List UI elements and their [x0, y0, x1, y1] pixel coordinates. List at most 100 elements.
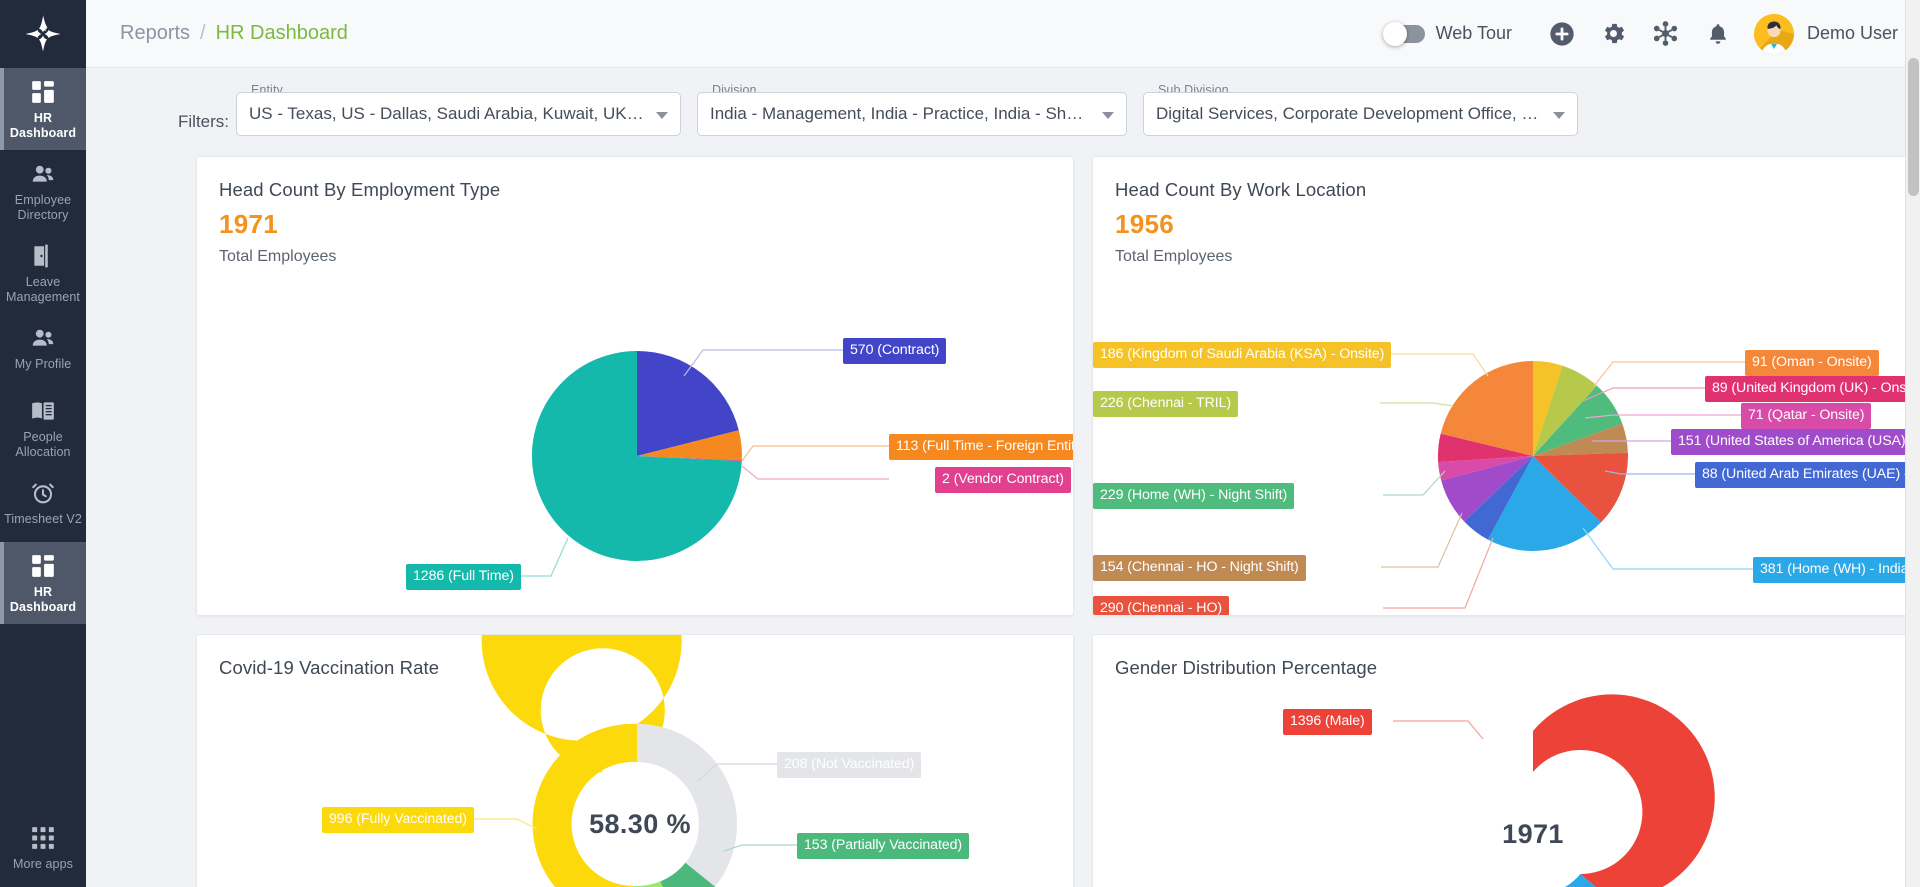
people-icon — [30, 161, 56, 187]
top-bar-actions: Web Tour — [1385, 12, 1898, 56]
leader-chennai-ho — [1383, 538, 1493, 608]
sidebar-item-hr-dashboard-2[interactable]: HR Dashboard — [0, 542, 86, 624]
leader-male — [1393, 721, 1483, 739]
compass-star-logo-icon — [23, 14, 63, 54]
pie-label-chennai-ho-night-shift: 154 (Chennai - HO - Night Shift) — [1093, 555, 1306, 581]
leader-not-vaccinated — [697, 764, 777, 782]
leader-uk — [1583, 388, 1705, 401]
sidebar: HR Dashboard Employee Directory — [0, 0, 86, 887]
slice-qatar-onsite — [1438, 456, 1533, 481]
card-covid-vaccination-rate: Covid-19 Vaccination Rate — [196, 634, 1074, 887]
filter-sub-division: Sub Division Digital Services, Corporate… — [1143, 92, 1578, 136]
settings-icon[interactable] — [1588, 12, 1640, 56]
main-content: Reports / HR Dashboard Web Tour — [86, 0, 1920, 887]
top-bar: Reports / HR Dashboard Web Tour — [86, 0, 1920, 68]
sidebar-item-employee-directory[interactable]: Employee Directory — [0, 150, 86, 232]
card-gender-distribution: Gender Distribution Percentage 1971 1396… — [1092, 634, 1920, 887]
card-title: Head Count By Work Location — [1093, 157, 1920, 201]
donut-arcs — [1533, 694, 1715, 887]
leader-home-night — [1383, 471, 1445, 495]
notifications-icon[interactable] — [1692, 12, 1744, 56]
leader-ksa — [1378, 354, 1488, 376]
donut-svg — [1093, 679, 1920, 887]
leader-uae — [1605, 471, 1695, 474]
card-title: Gender Distribution Percentage — [1093, 635, 1920, 679]
pie-label-qatar-onsite: 71 (Qatar - Onsite) — [1741, 403, 1871, 429]
breadcrumb-parent[interactable]: Reports — [120, 22, 190, 45]
filter-division-value: India - Management, India - Practice, In… — [710, 104, 1092, 124]
slice-chennai-ho — [1533, 453, 1628, 523]
sidebar-item-label: HR Dashboard — [3, 111, 83, 140]
filter-sub-division-select[interactable]: Digital Services, Corporate Development … — [1143, 92, 1578, 136]
donut-chart-vaccination: 58.30 % 208 (Not Vaccinated) 153 (Partia… — [197, 679, 1073, 887]
sidebar-item-more-apps[interactable]: More apps — [0, 814, 86, 887]
slice-home-wh-india — [1488, 456, 1601, 551]
leader-qatar — [1585, 415, 1741, 418]
user-name[interactable]: Demo User — [1807, 23, 1898, 44]
app-root: HR Dashboard Employee Directory — [0, 0, 1920, 887]
pie-label-full-time: 1286 (Full Time) — [406, 564, 521, 590]
avatar-image — [1754, 14, 1794, 54]
door-exit-icon — [30, 243, 56, 269]
filter-sub-division-value: Digital Services, Corporate Development … — [1156, 104, 1543, 124]
sidebar-item-label: Employee Directory — [3, 193, 83, 222]
chevron-down-icon — [1553, 112, 1565, 119]
breadcrumb-separator: / — [200, 22, 206, 45]
scrollbar-thumb[interactable] — [1908, 58, 1919, 196]
add-icon[interactable] — [1536, 12, 1588, 56]
dashboard-grid-icon — [30, 553, 56, 579]
leader-chennai-tril — [1380, 403, 1453, 406]
page-scrollbar[interactable] — [1905, 0, 1920, 887]
arc-other — [632, 881, 675, 887]
filter-entity-value: US - Texas, US - Dallas, Saudi Arabia, K… — [249, 104, 646, 124]
pie-label-chennai-tril: 226 (Chennai - TRIL) — [1093, 391, 1238, 417]
breadcrumb-current: HR Dashboard — [216, 22, 348, 45]
slice-full-time-foreign-entity — [637, 430, 742, 460]
sidebar-spacer — [0, 624, 86, 814]
donut-label-partially-vaccinated: 153 (Partially Vaccinated) — [797, 833, 969, 859]
pie-chart-work-location: 186 (Kingdom of Saudi Arabia (KSA) - Ons… — [1093, 266, 1920, 596]
sidebar-item-people-allocation[interactable]: People Allocation — [0, 387, 86, 469]
sidebar-item-label: HR Dashboard — [3, 585, 83, 614]
sidebar-item-label: People Allocation — [3, 430, 83, 459]
card-title: Head Count By Employment Type — [197, 157, 1073, 201]
donut-label-fully-vaccinated: 996 (Fully Vaccinated) — [322, 807, 474, 833]
sidebar-item-hr-dashboard[interactable]: HR Dashboard — [0, 68, 86, 150]
card-total-value: 1956 — [1093, 201, 1920, 240]
web-tour-label: Web Tour — [1436, 23, 1512, 44]
sidebar-nav: HR Dashboard Employee Directory — [0, 68, 86, 624]
sidebar-item-my-profile[interactable]: My Profile — [0, 314, 86, 387]
slice-not-vaccinated — [637, 724, 737, 876]
card-head-count-employment-type: Head Count By Employment Type 1971 Total… — [196, 156, 1074, 616]
card-total-caption: Total Employees — [197, 240, 1073, 266]
pie-label-contract: 570 (Contract) — [843, 338, 946, 364]
slice-chennai-ho-night-shift — [1533, 424, 1628, 456]
sidebar-item-label: My Profile — [14, 357, 73, 372]
app-logo[interactable] — [0, 0, 86, 68]
arc-not-vaccinated — [637, 724, 737, 887]
pie-label-full-time-foreign-entity: 113 (Full Time - Foreign Entity) — [889, 434, 1074, 460]
integrations-icon[interactable] — [1640, 12, 1692, 56]
breadcrumb: Reports / HR Dashboard — [120, 22, 348, 45]
apps-grid-icon — [30, 825, 56, 851]
arc-partially-vaccinated — [660, 863, 715, 887]
card-title: Covid-19 Vaccination Rate — [197, 635, 1073, 679]
arc-male — [1533, 694, 1715, 887]
pie-label-home-wh-night-shift: 229 (Home (WH) - Night Shift) — [1093, 483, 1294, 509]
filter-division-select[interactable]: India - Management, India - Practice, In… — [697, 92, 1127, 136]
sidebar-item-timesheet-v2[interactable]: Timesheet V2 — [0, 469, 86, 542]
filter-entity: Entity US - Texas, US - Dallas, Saudi Ar… — [236, 92, 681, 136]
web-tour-toggle[interactable] — [1385, 25, 1425, 43]
slice-contract — [637, 351, 739, 456]
sidebar-item-leave-management[interactable]: Leave Management — [0, 232, 86, 314]
filter-entity-select[interactable]: US - Texas, US - Dallas, Saudi Arabia, K… — [236, 92, 681, 136]
slice-usa-onsite — [1441, 456, 1533, 522]
slice-chennai-tril — [1533, 366, 1597, 456]
donut-label-not-vaccinated: 208 (Not Vaccinated) — [777, 752, 921, 778]
avatar[interactable] — [1754, 14, 1794, 54]
slice-uae-onsite — [1464, 456, 1533, 540]
chevron-down-icon — [1102, 112, 1114, 119]
donut-arcs — [533, 724, 737, 887]
slice-vendor-contract — [637, 456, 742, 461]
chevron-down-icon — [656, 112, 668, 119]
